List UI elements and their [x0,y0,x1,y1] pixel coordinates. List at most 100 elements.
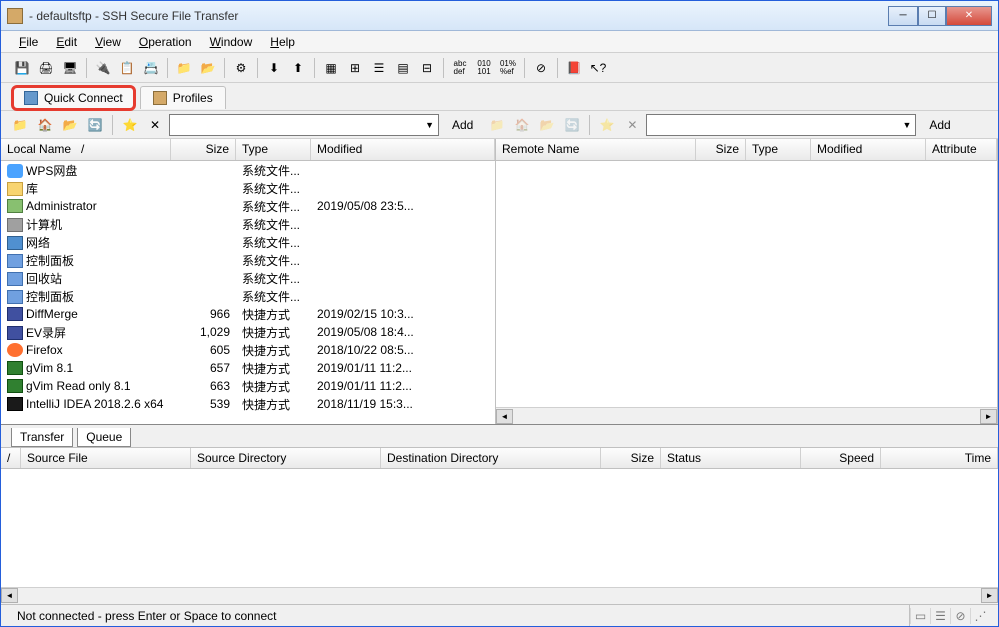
binary-icon[interactable]: 010101 [473,57,495,79]
print-icon[interactable]: 🖨 [35,57,57,79]
local-newfolder-icon[interactable]: 📂 [59,114,81,136]
transfer-header-status[interactable]: Status [661,448,801,468]
local-header-size[interactable]: Size [171,139,236,160]
remote-hscrollbar[interactable]: ◄ ► [496,407,997,424]
transfer-list[interactable] [1,469,998,587]
remote-fav-icon[interactable]: ⭐ [596,114,618,136]
disconnect-icon[interactable]: 📋 [116,57,138,79]
file-row[interactable]: gVim Read only 8.1663快捷方式2019/01/11 11:2… [1,377,495,395]
file-modified [311,169,495,171]
remote-home-icon[interactable]: 🏠 [511,114,533,136]
file-row[interactable]: 库系统文件... [1,179,495,197]
save-icon[interactable]: 💾 [11,57,33,79]
local-fav-icon[interactable]: ⭐ [119,114,141,136]
menu-edit[interactable]: Edit [48,33,85,51]
local-path-combo[interactable]: ▼ [169,114,439,136]
file-row[interactable]: Firefox605快捷方式2018/10/22 08:5... [1,341,495,359]
remote-delete-icon[interactable]: ✕ [621,114,643,136]
file-row[interactable]: Administrator系统文件...2019/05/08 23:5... [1,197,495,215]
transfer-header-time[interactable]: Time [881,448,998,468]
remote-headers: Remote Name Size Type Modified Attribute [496,139,997,161]
local-file-list[interactable]: WPS网盘系统文件...库系统文件...Administrator系统文件...… [1,161,495,424]
remote-header-modified[interactable]: Modified [811,139,926,160]
view-icons-icon[interactable]: ▦ [320,57,342,79]
remote-file-list[interactable] [496,161,997,407]
remote-header-attributes[interactable]: Attribute [926,139,997,160]
folder-icon[interactable]: 📂 [197,57,219,79]
menu-view[interactable]: View [87,33,129,51]
stop-icon[interactable]: ⊘ [530,57,552,79]
connect-icon[interactable]: 🔌 [92,57,114,79]
tab-transfer[interactable]: Transfer [11,428,73,447]
file-type: 系统文件... [236,233,311,252]
file-row[interactable]: gVim 8.1657快捷方式2019/01/11 11:2... [1,359,495,377]
file-row[interactable]: DiffMerge966快捷方式2019/02/15 10:3... [1,305,495,323]
remote-path-combo[interactable]: ▼ [646,114,916,136]
quick-connect-button[interactable]: Quick Connect [11,85,136,111]
file-row[interactable]: WPS网盘系统文件... [1,161,495,179]
remote-newfolder-icon[interactable]: 📂 [536,114,558,136]
terminal-icon[interactable]: 🖥 [59,57,81,79]
file-row[interactable]: 回收站系统文件... [1,269,495,287]
transfer-header-dir[interactable]: / [1,448,21,468]
remote-up-icon[interactable]: 📁 [486,114,508,136]
file-row[interactable]: 计算机系统文件... [1,215,495,233]
resize-grip-icon[interactable]: ⋰ [970,608,990,624]
view-list-icon[interactable]: ☰ [368,57,390,79]
local-header-type[interactable]: Type [236,139,311,160]
local-home-icon[interactable]: 🏠 [34,114,56,136]
menu-window[interactable]: Window [202,33,261,51]
download-icon[interactable]: ⬇ [263,57,285,79]
file-row[interactable]: 控制面板系统文件... [1,287,495,305]
menu-operation[interactable]: Operation [131,33,200,51]
transfer-header-speed[interactable]: Speed [801,448,881,468]
minimize-button[interactable]: ─ [888,6,918,26]
scroll-right-icon[interactable]: ► [981,588,998,603]
scroll-left-icon[interactable]: ◄ [496,409,513,424]
file-row[interactable]: EV录屏1,029快捷方式2019/05/08 18:4... [1,323,495,341]
new-folder-icon[interactable]: 📁 [173,57,195,79]
file-name: 计算机 [26,218,62,232]
transfer-header-sourcedir[interactable]: Source Directory [191,448,381,468]
menu-file[interactable]: File [11,33,46,51]
local-header-modified[interactable]: Modified [311,139,495,160]
remote-header-name[interactable]: Remote Name [496,139,696,160]
help-book-icon[interactable]: 📕 [563,57,585,79]
local-refresh-icon[interactable]: 🔄 [84,114,106,136]
connection-tabs: Quick Connect Profiles [1,83,998,111]
tab-queue[interactable]: Queue [77,428,131,447]
view-grid-icon[interactable]: ⊟ [416,57,438,79]
file-row[interactable]: 网络系统文件... [1,233,495,251]
local-header-name[interactable]: Local Name / [1,139,171,160]
transfer-hscrollbar[interactable]: ◄ ► [1,587,998,604]
view-small-icon[interactable]: ⊞ [344,57,366,79]
file-size [171,277,236,279]
whatsthis-icon[interactable]: ↖? [587,57,609,79]
settings-icon[interactable]: ⚙ [230,57,252,79]
ascii-icon[interactable]: abcdef [449,57,471,79]
file-modified: 2018/10/22 08:5... [311,342,495,358]
local-add-button[interactable]: Add [442,116,483,134]
remote-refresh-icon[interactable]: 🔄 [561,114,583,136]
remote-header-size[interactable]: Size [696,139,746,160]
menu-help[interactable]: Help [262,33,303,51]
view-details-icon[interactable]: ▤ [392,57,414,79]
profiles-icon[interactable]: 📇 [140,57,162,79]
remote-add-button[interactable]: Add [919,116,960,134]
transfer-header-sourcefile[interactable]: Source File [21,448,191,468]
auto-icon[interactable]: 01%%ef [497,57,519,79]
file-row[interactable]: 控制面板系统文件... [1,251,495,269]
transfer-header-destdir[interactable]: Destination Directory [381,448,601,468]
transfer-header-size[interactable]: Size [601,448,661,468]
local-up-icon[interactable]: 📁 [9,114,31,136]
maximize-button[interactable]: ☐ [918,6,946,26]
close-button[interactable]: ✕ [946,6,992,26]
scroll-right-icon[interactable]: ► [980,409,997,424]
file-row[interactable]: IntelliJ IDEA 2018.2.6 x64539快捷方式2018/11… [1,395,495,413]
remote-header-type[interactable]: Type [746,139,811,160]
profiles-button[interactable]: Profiles [140,86,226,109]
upload-icon[interactable]: ⬆ [287,57,309,79]
file-type: 系统文件... [236,161,311,180]
scroll-left-icon[interactable]: ◄ [1,588,18,603]
local-delete-icon[interactable]: ✕ [144,114,166,136]
